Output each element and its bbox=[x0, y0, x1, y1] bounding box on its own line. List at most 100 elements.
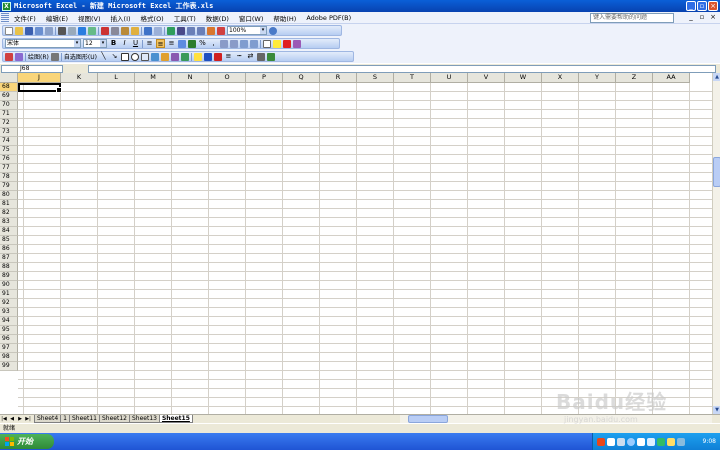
3d-style-icon[interactable] bbox=[266, 52, 275, 61]
scroll-down-icon[interactable]: ▼ bbox=[713, 406, 720, 414]
row-header[interactable]: 75 bbox=[0, 146, 18, 155]
align-right-icon[interactable]: ≡ bbox=[167, 39, 176, 48]
active-cell[interactable] bbox=[18, 83, 62, 93]
row-header[interactable]: 88 bbox=[0, 263, 18, 272]
chinese-input-icon[interactable] bbox=[607, 437, 615, 446]
row-header[interactable]: 79 bbox=[0, 182, 18, 191]
increase-decimal-icon[interactable] bbox=[220, 39, 228, 48]
open-folder-icon[interactable] bbox=[15, 26, 23, 35]
picture-icon[interactable] bbox=[180, 52, 189, 61]
prev-sheet-icon[interactable]: ◀ bbox=[9, 415, 15, 423]
column-header[interactable]: O bbox=[209, 73, 246, 83]
decrease-decimal-icon[interactable] bbox=[230, 39, 238, 48]
column-header[interactable]: L bbox=[98, 73, 135, 83]
select-objects-icon[interactable] bbox=[50, 52, 59, 61]
security-icon[interactable] bbox=[677, 437, 685, 446]
print-icon[interactable] bbox=[58, 26, 66, 35]
column-header[interactable]: M bbox=[135, 73, 172, 83]
column-header[interactable]: X bbox=[542, 73, 579, 83]
column-header[interactable]: K bbox=[61, 73, 98, 83]
tools-icon[interactable] bbox=[647, 437, 655, 446]
undo-icon[interactable] bbox=[144, 26, 152, 35]
horizontal-scroll-thumb[interactable] bbox=[408, 415, 448, 423]
redo-icon[interactable] bbox=[154, 26, 162, 35]
drawing-icon[interactable] bbox=[217, 26, 225, 35]
sort-ascending-icon[interactable] bbox=[187, 26, 195, 35]
new-file-icon[interactable] bbox=[5, 26, 13, 35]
formula-input[interactable] bbox=[88, 65, 716, 73]
underline-button[interactable]: U bbox=[131, 39, 140, 48]
chart-wizard-icon[interactable] bbox=[207, 26, 215, 35]
clock[interactable]: 9:08 bbox=[703, 438, 716, 445]
column-header[interactable]: W bbox=[505, 73, 542, 83]
font-color-icon[interactable] bbox=[283, 39, 291, 48]
shadow-icon[interactable] bbox=[256, 52, 265, 61]
help-search-input[interactable]: 键入需要帮助的问题 bbox=[590, 13, 674, 23]
last-sheet-icon[interactable]: ▶| bbox=[25, 415, 31, 423]
moon-icon[interactable] bbox=[617, 437, 625, 446]
sheet-tab[interactable]: Sheet12 bbox=[98, 415, 130, 423]
save-icon[interactable] bbox=[25, 26, 33, 35]
row-header[interactable]: 83 bbox=[0, 218, 18, 227]
line-style-icon[interactable]: ≡ bbox=[224, 52, 233, 61]
menu-file[interactable]: 文件(F) bbox=[9, 13, 41, 23]
fill-color-icon[interactable] bbox=[273, 39, 281, 48]
line-color-icon[interactable] bbox=[203, 52, 212, 61]
cell-area[interactable] bbox=[18, 83, 712, 414]
row-header[interactable]: 91 bbox=[0, 290, 18, 299]
decrease-indent-icon[interactable] bbox=[240, 39, 248, 48]
minimize-button[interactable]: _ bbox=[686, 1, 696, 11]
row-header[interactable]: 80 bbox=[0, 191, 18, 200]
paste-icon[interactable] bbox=[121, 26, 129, 35]
column-header[interactable]: Q bbox=[283, 73, 320, 83]
network-icon[interactable] bbox=[657, 437, 665, 446]
align-center-icon[interactable]: ≡ bbox=[156, 39, 165, 48]
help-icon[interactable] bbox=[269, 26, 277, 35]
doc-close-button[interactable]: × bbox=[708, 13, 718, 22]
menu-view[interactable]: 视图(V) bbox=[73, 13, 106, 23]
diagram-icon[interactable] bbox=[160, 52, 169, 61]
toolbar-grip-icon[interactable] bbox=[1, 12, 9, 23]
menu-help[interactable]: 帮助(H) bbox=[268, 13, 301, 23]
sort-descending-icon[interactable] bbox=[197, 26, 205, 35]
italic-button[interactable]: I bbox=[120, 39, 129, 48]
pdf-icon[interactable] bbox=[5, 52, 13, 61]
increase-indent-icon[interactable] bbox=[250, 39, 258, 48]
row-header[interactable]: 82 bbox=[0, 209, 18, 218]
row-header[interactable]: 96 bbox=[0, 335, 18, 344]
arrow-icon[interactable]: ↘ bbox=[110, 52, 119, 61]
column-header[interactable]: R bbox=[320, 73, 357, 83]
column-header[interactable]: J bbox=[18, 73, 61, 83]
start-button[interactable]: 开始 bbox=[0, 434, 54, 449]
font-name-select[interactable]: 宋体 ▾ bbox=[5, 39, 81, 48]
row-header[interactable]: 92 bbox=[0, 299, 18, 308]
worksheet-grid[interactable]: J K L M N O P Q R S T U V W X Y Z AA 68 69 70 71 72 73 74 75 76 77 7… bbox=[0, 73, 712, 414]
menu-edit[interactable]: 编辑(E) bbox=[41, 13, 73, 23]
column-header[interactable]: AA bbox=[653, 73, 690, 83]
doc-restore-button[interactable]: ▫ bbox=[697, 13, 707, 22]
percent-icon[interactable]: % bbox=[198, 39, 207, 48]
column-header[interactable]: Z bbox=[616, 73, 653, 83]
row-header[interactable]: 70 bbox=[0, 101, 18, 110]
row-header[interactable]: 94 bbox=[0, 317, 18, 326]
line-icon[interactable]: ╲ bbox=[99, 52, 108, 61]
row-header[interactable]: 68 bbox=[0, 83, 18, 92]
sheet-tab[interactable]: Sheet15 bbox=[158, 415, 193, 423]
arrow-style-icon[interactable]: ⇄ bbox=[246, 52, 255, 61]
row-header[interactable]: 89 bbox=[0, 272, 18, 281]
permission-icon[interactable] bbox=[35, 26, 43, 35]
vertical-scroll-thumb[interactable] bbox=[713, 157, 720, 187]
first-sheet-icon[interactable]: |◀ bbox=[1, 415, 7, 423]
menu-insert[interactable]: 插入(I) bbox=[106, 13, 136, 23]
row-header[interactable]: 90 bbox=[0, 281, 18, 290]
column-header[interactable]: Y bbox=[579, 73, 616, 83]
menu-window[interactable]: 窗口(W) bbox=[234, 13, 269, 23]
menu-tools[interactable]: 工具(T) bbox=[169, 13, 201, 23]
column-header[interactable]: P bbox=[246, 73, 283, 83]
borders-icon[interactable] bbox=[263, 39, 271, 48]
column-header[interactable]: S bbox=[357, 73, 394, 83]
bold-button[interactable]: B bbox=[109, 39, 118, 48]
column-header[interactable]: V bbox=[468, 73, 505, 83]
print-preview-icon[interactable] bbox=[68, 26, 76, 35]
volume-icon[interactable] bbox=[667, 437, 675, 446]
